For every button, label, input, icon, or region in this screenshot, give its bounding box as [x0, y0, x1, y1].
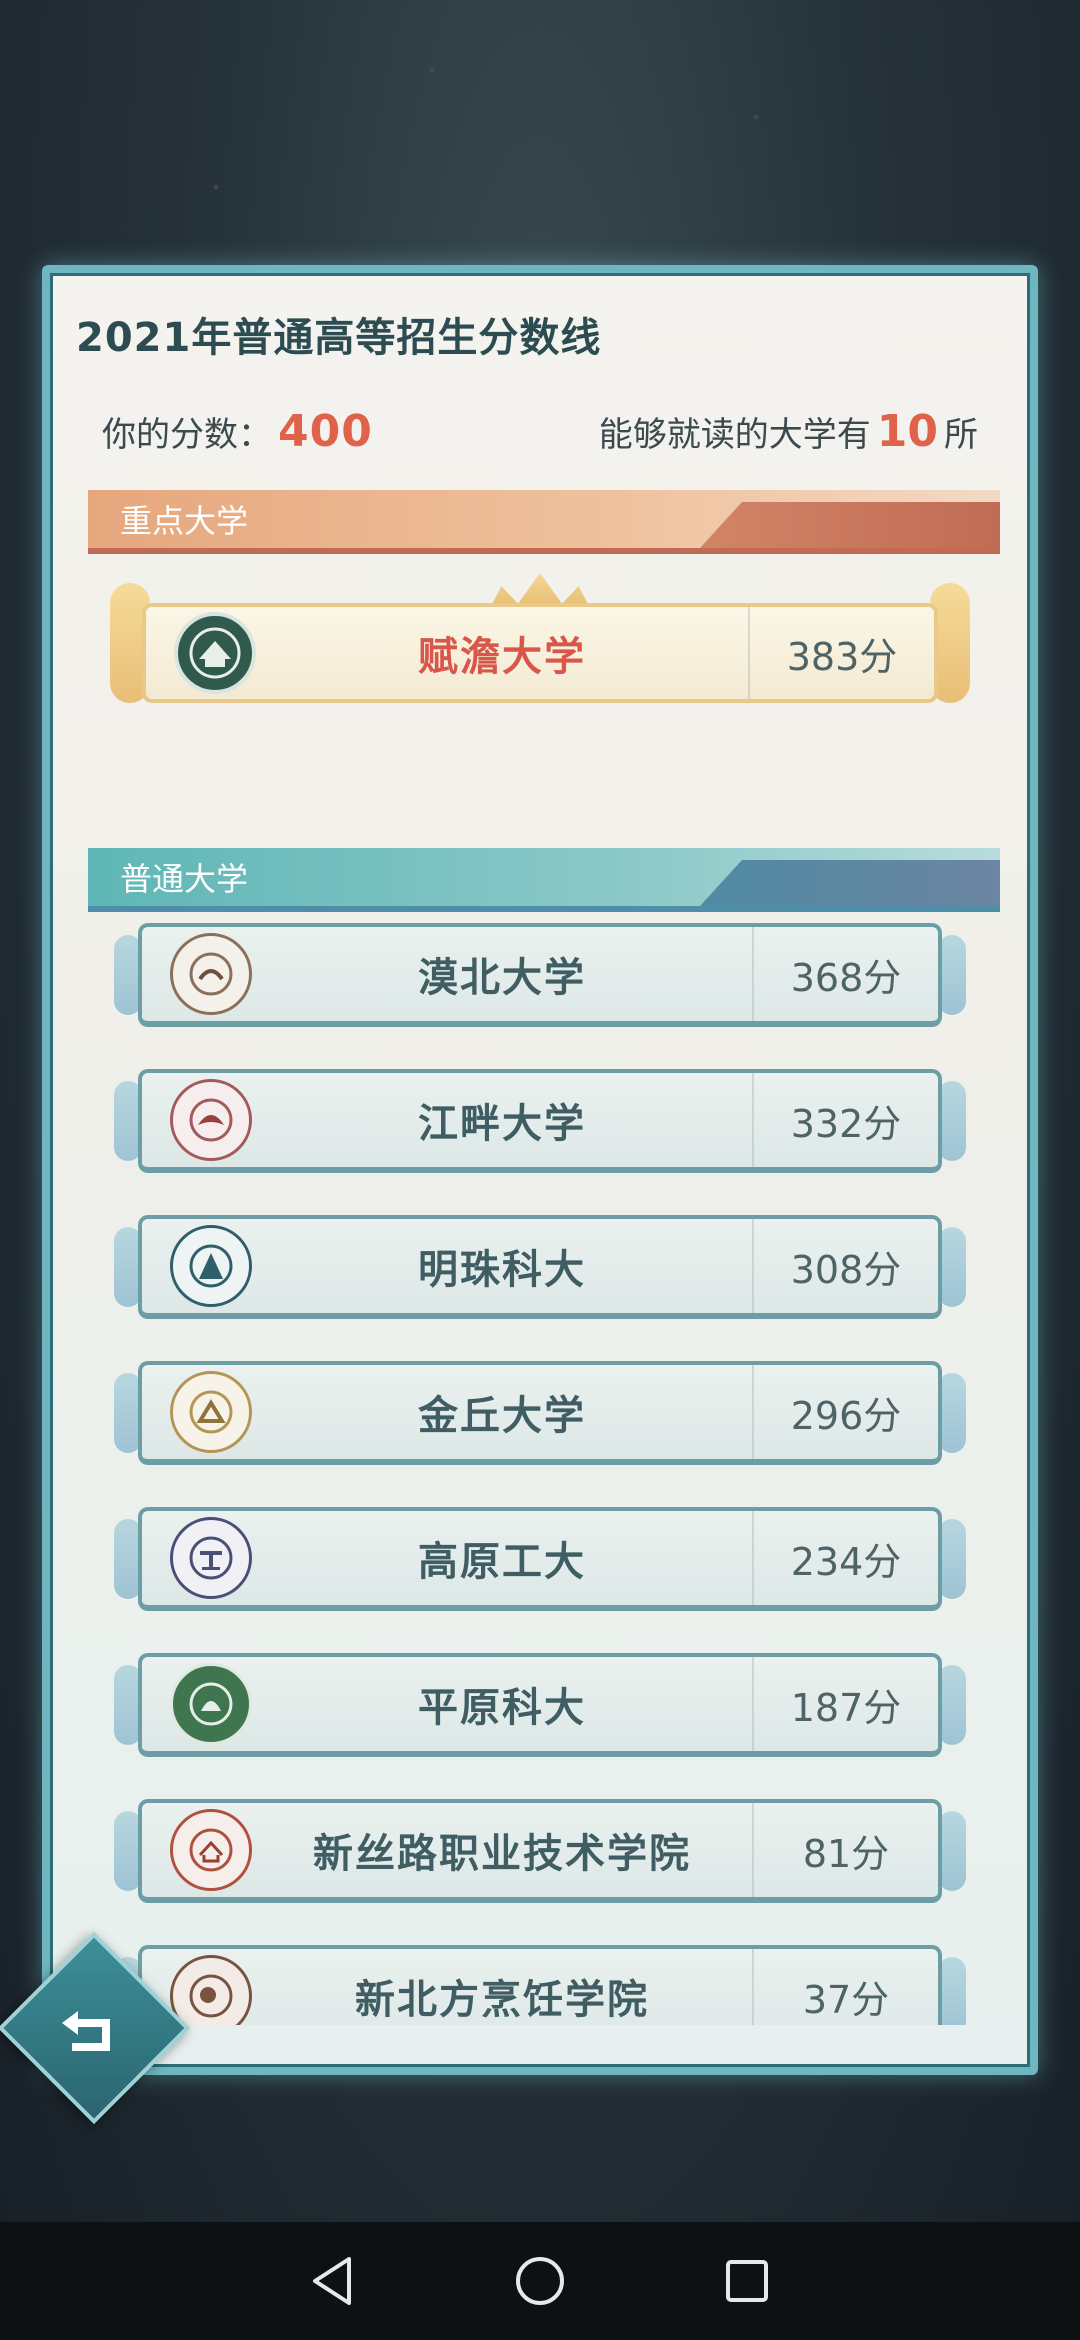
laurel-right-icon — [938, 1957, 966, 2025]
featured-card[interactable]: 赋澹大学 383分 — [142, 603, 938, 703]
university-seal-icon — [170, 933, 252, 1015]
nav-back-button[interactable] — [303, 2251, 363, 2311]
available-count-value: 10 — [876, 405, 938, 457]
featured-university[interactable]: 赋澹大学 383分 — [110, 573, 970, 723]
laurel-right-icon — [938, 1227, 966, 1307]
university-card[interactable]: 明珠科大 308分 — [138, 1215, 942, 1319]
section-normal-label: 普通大学 — [120, 860, 249, 898]
circle-home-icon — [515, 2257, 564, 2305]
back-arrow-icon — [62, 2011, 110, 2051]
university-card[interactable]: 金丘大学 296分 — [138, 1361, 942, 1465]
university-name: 明珠科大 — [418, 1247, 586, 1293]
laurel-right-icon — [938, 1373, 966, 1453]
university-score: 296分 — [752, 1365, 938, 1459]
university-card[interactable]: 平原科大 187分 — [138, 1653, 942, 1757]
university-seal-icon — [170, 1079, 252, 1161]
university-card[interactable]: 江畔大学 332分 — [138, 1069, 942, 1173]
university-list[interactable]: 漠北大学 368分 江畔大学 332分 明珠科大 308分 金丘大学 296分 … — [50, 915, 1030, 2025]
university-seal-icon — [170, 1663, 252, 1745]
square-recents-icon — [725, 2260, 768, 2302]
score-label: 你的分数： — [102, 414, 272, 455]
available-count: 能够就读的大学有 10 所 — [599, 406, 978, 457]
university-name: 金丘大学 — [418, 1393, 586, 1439]
available-prefix: 能够就读的大学有 — [598, 414, 871, 455]
your-score: 你的分数： 400 — [102, 406, 373, 457]
featured-score: 383分 — [748, 607, 934, 699]
university-card[interactable]: 新丝路职业技术学院 81分 — [138, 1799, 942, 1903]
list-item[interactable]: 江畔大学 332分 — [110, 1061, 970, 1181]
university-name: 新丝路职业技术学院 — [313, 1831, 691, 1877]
university-card[interactable]: 漠北大学 368分 — [138, 923, 942, 1027]
system-nav-bar — [0, 2222, 1080, 2340]
university-seal-icon — [170, 1955, 252, 2025]
university-seal-icon — [170, 1809, 252, 1891]
list-item[interactable]: 高原工大 234分 — [110, 1499, 970, 1619]
score-value: 400 — [278, 405, 373, 457]
score-panel: 2021年普通高等招生分数线 你的分数： 400 能够就读的大学有 10 所 重… — [42, 265, 1038, 2075]
laurel-right-icon — [938, 935, 966, 1015]
list-item[interactable]: 明珠科大 308分 — [110, 1207, 970, 1327]
laurel-right-icon — [938, 1081, 966, 1161]
university-score: 81分 — [752, 1803, 938, 1897]
score-summary: 你的分数： 400 能够就读的大学有 10 所 — [102, 401, 978, 461]
laurel-right-icon — [938, 1665, 966, 1745]
university-score: 37分 — [752, 1949, 938, 2025]
laurel-right-icon — [938, 1519, 966, 1599]
university-seal-icon — [170, 1371, 252, 1453]
nav-recents-button[interactable] — [717, 2251, 777, 2311]
laurel-right-icon — [938, 1811, 966, 1891]
list-item[interactable]: 新丝路职业技术学院 81分 — [110, 1791, 970, 1911]
university-name: 漠北大学 — [418, 955, 586, 1001]
list-item[interactable]: 漠北大学 368分 — [110, 915, 970, 1035]
university-score: 308分 — [752, 1219, 938, 1313]
section-normal-universities: 普通大学 — [88, 848, 1000, 912]
university-score: 234分 — [752, 1511, 938, 1605]
page-title: 2021年普通高等招生分数线 — [76, 315, 602, 361]
university-card[interactable]: 高原工大 234分 — [138, 1507, 942, 1611]
university-score: 187分 — [752, 1657, 938, 1751]
list-item[interactable]: 平原科大 187分 — [110, 1645, 970, 1765]
list-item[interactable]: 金丘大学 296分 — [110, 1353, 970, 1473]
university-score: 332分 — [752, 1073, 938, 1167]
available-suffix: 所 — [944, 414, 978, 455]
university-seal-icon — [170, 1517, 252, 1599]
nav-home-button[interactable] — [510, 2251, 570, 2311]
university-seal-icon — [170, 1225, 252, 1307]
university-card[interactable]: 新北方烹饪学院 37分 — [138, 1945, 942, 2025]
university-name: 平原科大 — [418, 1685, 586, 1731]
university-name: 新北方烹饪学院 — [355, 1977, 649, 2023]
featured-name: 赋澹大学 — [418, 634, 586, 680]
section-key-label: 重点大学 — [120, 502, 249, 540]
university-seal-icon — [174, 612, 256, 694]
section-key-universities: 重点大学 — [88, 490, 1000, 554]
university-name: 江畔大学 — [418, 1101, 586, 1147]
university-score: 368分 — [752, 927, 938, 1021]
triangle-back-icon — [313, 2257, 352, 2305]
list-item[interactable]: 新北方烹饪学院 37分 — [110, 1937, 970, 2025]
university-name: 高原工大 — [418, 1539, 586, 1585]
